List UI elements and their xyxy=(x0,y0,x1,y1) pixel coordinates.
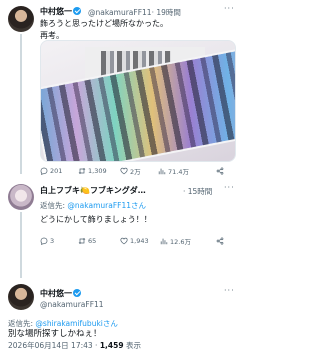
retweet-action[interactable]: 65 xyxy=(78,237,120,245)
reply-count: 3 xyxy=(50,237,55,245)
author-handle-text: @nakamuraFF11 xyxy=(88,7,152,17)
post-time[interactable]: · 15時間 xyxy=(183,186,212,197)
mention-link[interactable]: @shirakamifubukiさん xyxy=(35,319,117,328)
author-name[interactable]: 中村悠一 xyxy=(40,6,81,17)
replying-to-label: 返信先: xyxy=(8,319,36,328)
views-action[interactable]: 12.6万 xyxy=(160,236,216,246)
avatar[interactable] xyxy=(8,184,34,210)
retweet-action[interactable]: 1,309 xyxy=(78,167,120,175)
tweet-text: 別な場所探すしかねぇ！ xyxy=(8,329,102,339)
post-time[interactable]: · 19時間 xyxy=(152,8,181,17)
views-count: 71.4万 xyxy=(168,168,189,176)
thread-line xyxy=(20,34,22,174)
avatar[interactable] xyxy=(8,284,34,310)
tweet-photo[interactable] xyxy=(40,40,236,162)
share-icon xyxy=(216,237,224,245)
reply-action[interactable]: 201 xyxy=(40,167,78,175)
views-count: 12.6万 xyxy=(170,238,191,246)
share-action[interactable] xyxy=(216,167,224,175)
thread-line xyxy=(20,212,22,278)
post-timestamp[interactable]: 2026年06月14日 17:43 · xyxy=(8,341,100,350)
like-count: 2万 xyxy=(130,168,141,176)
retweet-icon xyxy=(78,167,86,175)
author-handle[interactable]: @nakamuraFF11 xyxy=(40,300,104,309)
reply-icon xyxy=(40,167,48,175)
views-label: 表示 xyxy=(123,341,141,350)
like-icon xyxy=(120,167,128,175)
avatar[interactable] xyxy=(8,6,34,32)
tweet-text: どうにかして飾りましょう！！ xyxy=(40,215,152,224)
views-icon xyxy=(160,238,168,245)
retweet-icon xyxy=(78,237,86,245)
more-icon[interactable]: ··· xyxy=(224,183,235,192)
verified-badge-icon xyxy=(73,289,81,297)
views-action[interactable]: 71.4万 xyxy=(158,166,216,176)
replying-to: 返信先: @nakamuraFF11さん xyxy=(40,200,146,211)
post-time-text: · 15時間 xyxy=(183,186,213,196)
author-name-text: 中村悠一 xyxy=(40,7,72,16)
like-action[interactable]: 2万 xyxy=(120,166,158,176)
reply-count: 201 xyxy=(50,167,63,175)
share-action[interactable] xyxy=(216,237,224,245)
verified-badge-icon xyxy=(73,7,81,15)
tweet-actions: 3 65 1,943 12.6万 xyxy=(40,236,236,246)
replying-to-label: 返信先: xyxy=(40,201,68,210)
views-icon xyxy=(158,168,166,175)
like-count: 1,943 xyxy=(130,237,149,245)
tweet-actions: 201 1,309 2万 71.4万 xyxy=(40,166,236,176)
author-name[interactable]: 中村悠一 xyxy=(40,288,81,299)
author-handle[interactable]: @nakamuraFF11· 19時間 xyxy=(88,7,181,18)
tweet-text: 飾ろうと思ったけど場所なかった。 再考。 xyxy=(40,19,168,40)
views-count: 1,459 xyxy=(99,341,124,350)
like-action[interactable]: 1,943 xyxy=(120,237,160,245)
author-name-text: 中村悠一 xyxy=(40,289,72,298)
reply-action[interactable]: 3 xyxy=(40,237,78,245)
more-icon[interactable]: ··· xyxy=(224,4,235,13)
retweet-count: 1,309 xyxy=(88,167,107,175)
reply-icon xyxy=(40,237,48,245)
share-icon xyxy=(216,167,224,175)
post-meta: 2026年06月14日 17:43 · 1,459 表示 xyxy=(8,340,141,350)
author-name[interactable]: 白上フブキ🍋フブキングダ… xyxy=(40,185,146,196)
more-icon[interactable]: ··· xyxy=(224,286,235,295)
author-name-text: 白上フブキ🍋フブキングダ… xyxy=(40,186,146,195)
like-icon xyxy=(120,237,128,245)
mention-link[interactable]: @nakamuraFF11さん xyxy=(67,201,146,210)
author-handle-text: @nakamuraFF11 xyxy=(40,300,104,309)
retweet-count: 65 xyxy=(88,237,97,245)
